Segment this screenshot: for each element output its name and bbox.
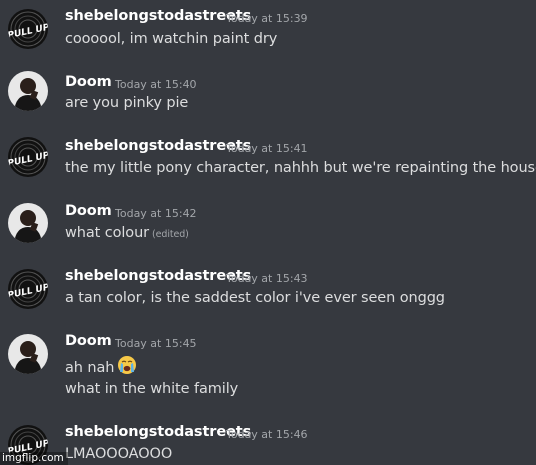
username[interactable]: Doom — [65, 203, 112, 219]
timestamp: Today at 15:41 — [226, 142, 308, 155]
message-text: a tan color, is the saddest color i've e… — [65, 290, 445, 306]
message-text: LMAOOOAOOO — [65, 446, 173, 462]
message-text: what in the white family — [65, 381, 239, 397]
username[interactable]: Doom — [65, 333, 112, 349]
message-text-content: what colour — [65, 225, 150, 241]
timestamp: Today at 15:40 — [115, 78, 197, 91]
username[interactable]: Doom — [65, 74, 112, 90]
user-avatar-doom[interactable] — [8, 203, 48, 243]
username[interactable]: shebelongstodastreets — [65, 268, 251, 284]
user-avatar-doom[interactable] — [8, 334, 48, 374]
edited-label: (edited) — [152, 229, 189, 240]
username[interactable]: shebelongstodastreets — [65, 424, 251, 440]
message-text: ah nah — [65, 355, 137, 379]
timestamp: Today at 15:42 — [115, 207, 197, 220]
user-avatar-pullup[interactable]: PULL UP — [8, 9, 48, 49]
user-avatar-pullup[interactable]: PULL UP — [8, 137, 48, 177]
username[interactable]: shebelongstodastreets — [65, 8, 251, 24]
user-avatar-doom[interactable] — [8, 71, 48, 111]
timestamp: Today at 15:46 — [226, 428, 308, 441]
message-text: the my little pony character, nahhh but … — [65, 160, 536, 176]
message-text: coooool, im watchin paint dry — [65, 31, 278, 47]
timestamp: Today at 15:39 — [226, 12, 308, 25]
loudly-crying-face-icon — [117, 355, 137, 379]
user-avatar-pullup[interactable]: PULL UP — [8, 269, 48, 309]
imgflip-watermark: imgflip.com — [0, 452, 68, 465]
message-text: what colour (edited) — [65, 225, 189, 241]
timestamp: Today at 15:43 — [226, 272, 308, 285]
timestamp: Today at 15:45 — [115, 337, 197, 350]
message-text: are you pinky pie — [65, 95, 189, 111]
message-text-content: ah nah — [65, 360, 115, 376]
username[interactable]: shebelongstodastreets — [65, 138, 251, 154]
